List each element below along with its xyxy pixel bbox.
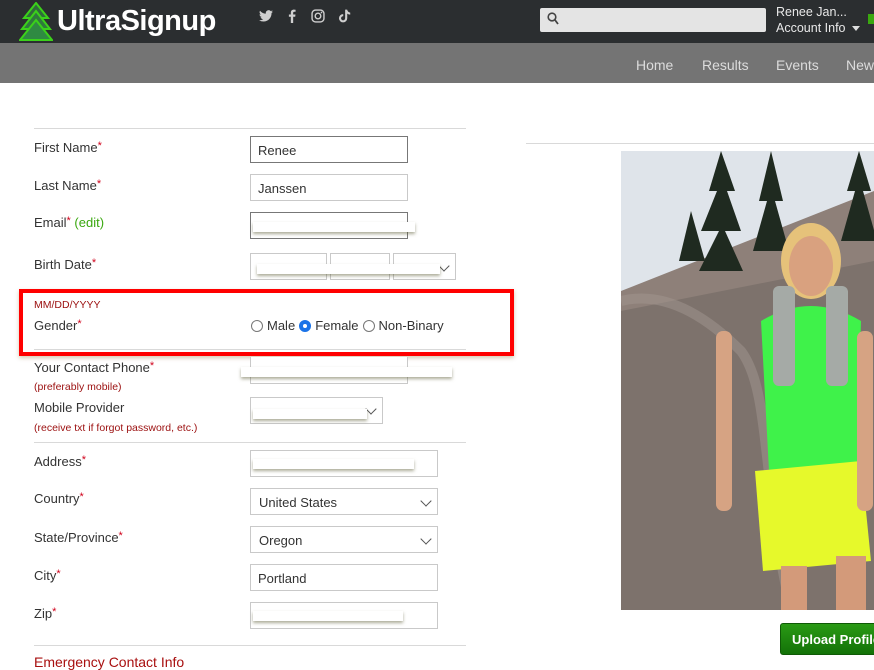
redaction (241, 367, 452, 377)
top-bar: UltraSignup Renee Jan... Account Info (0, 0, 874, 43)
state-select[interactable]: Oregon (250, 526, 438, 553)
redaction (253, 409, 367, 419)
nav-home[interactable]: Home (636, 57, 673, 73)
instagram-icon[interactable] (310, 9, 326, 26)
radio-non-binary[interactable] (362, 319, 375, 332)
search-input[interactable] (540, 8, 766, 32)
twitter-icon[interactable] (258, 9, 274, 26)
birth-date-hint: MM/DD/YYYY (34, 299, 101, 311)
gender-option-male[interactable]: Male (251, 318, 295, 333)
state-label: State/Province* (34, 530, 123, 545)
account-info-label: Account Info (776, 21, 846, 35)
redaction (253, 611, 403, 621)
nav-results[interactable]: Results (702, 57, 749, 73)
gender-option-non-binary[interactable]: Non-Binary (362, 318, 444, 333)
divider (34, 442, 466, 443)
nav-news[interactable]: New (846, 57, 874, 73)
radio-male[interactable] (251, 319, 263, 332)
tree-logo-icon (19, 2, 53, 41)
profile-photo-image (621, 151, 874, 610)
email-label: Email* (edit) (34, 215, 105, 230)
mobile-provider-hint: (receive txt if forgot password, etc.) (34, 422, 198, 434)
tiktok-icon[interactable] (336, 9, 352, 26)
account-menu[interactable]: Renee Jan... Account Info (776, 4, 860, 36)
redaction (253, 459, 414, 469)
last-name-label: Last Name* (34, 178, 102, 193)
phone-hint: (preferably mobile) (34, 381, 122, 393)
city-input[interactable]: Portland (250, 564, 438, 591)
email-edit-link[interactable]: (edit) (74, 215, 104, 230)
gender-label: Gender* (34, 318, 82, 333)
first-name-input[interactable]: Renee (250, 136, 408, 163)
gender-option-female[interactable]: Female (299, 318, 359, 333)
emergency-contact-heading: Emergency Contact Info (34, 654, 185, 670)
zip-label: Zip* (34, 606, 57, 621)
mobile-provider-label: Mobile Provider (34, 400, 125, 415)
facebook-icon[interactable] (284, 9, 300, 26)
redaction (257, 264, 440, 274)
gender-radio-group: Male Female Non-Binary (251, 318, 448, 333)
last-name-input[interactable]: Janssen (250, 174, 408, 201)
social-links (258, 9, 352, 26)
caret-down-icon (851, 26, 860, 32)
profile-photo (621, 151, 874, 610)
divider (526, 143, 874, 144)
city-label: City* (34, 568, 61, 583)
cart-icon[interactable] (868, 14, 874, 24)
brand-name: UltraSignup (57, 4, 216, 37)
search-icon (547, 12, 559, 25)
country-label: Country* (34, 491, 84, 506)
upload-profile-photo-button[interactable]: Upload Profile Photo (780, 623, 874, 655)
divider (34, 645, 466, 646)
logo[interactable]: UltraSignup (19, 2, 216, 42)
first-name-label: First Name* (34, 140, 102, 155)
address-label: Address* (34, 454, 86, 469)
nav-bar: Home Results Events New (0, 43, 874, 83)
nav-events[interactable]: Events (776, 57, 819, 73)
country-select[interactable]: United States (250, 488, 438, 515)
birth-date-label: Birth Date* (34, 257, 97, 272)
radio-female[interactable] (299, 319, 312, 332)
user-name: Renee Jan... (776, 5, 847, 19)
redaction (253, 222, 415, 232)
phone-label: Your Contact Phone* (34, 360, 155, 375)
divider (34, 128, 466, 129)
